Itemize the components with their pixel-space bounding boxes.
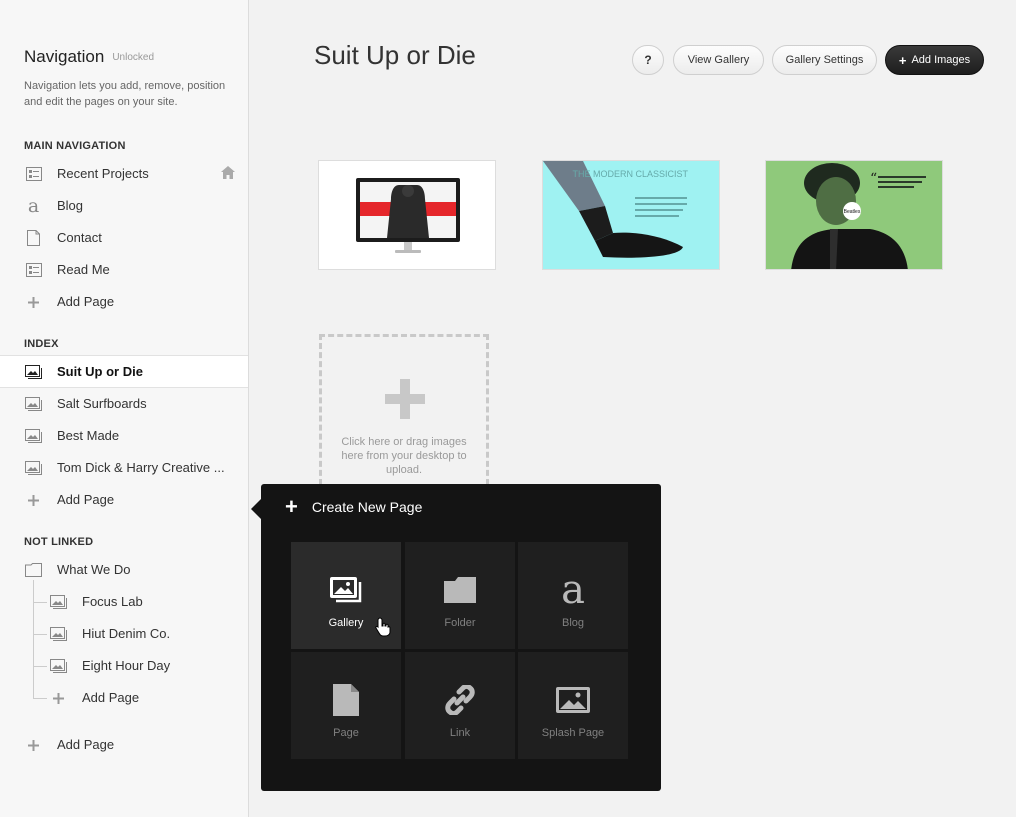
create-new-page-popover: + Create New Page Gallery Folder a Blog … [251,484,661,791]
lock-status-badge[interactable]: Unlocked [112,52,154,63]
nav-item-read-me[interactable]: Read Me [0,254,248,286]
plus-icon [25,294,42,310]
nav-item-label: Hiut Denim Co. [82,626,171,641]
link-icon [405,682,515,718]
nav-item-label: Suit Up or Die [57,364,143,379]
tile-label: Link [449,727,471,739]
gallery-page-icon [25,428,42,444]
folder-icon [405,572,515,608]
nav-item-recent-projects[interactable]: Recent Projects [0,158,248,190]
index-page-icon [25,166,42,182]
add-page-folder[interactable]: Add Page [0,682,248,714]
plus-icon: + [285,494,298,519]
gallery-page-icon [25,396,42,412]
tile-label: Folder [444,617,476,629]
nav-item-label: Read Me [57,262,110,277]
gallery-settings-button[interactable]: Gallery Settings [772,45,877,75]
gallery-icon [291,572,401,608]
add-images-button[interactable]: + Add Images [885,45,984,75]
plus-icon [25,737,42,753]
nav-item-label: Add Page [82,690,140,705]
thumbnail-image-monitor [319,161,495,269]
add-page-not-linked[interactable]: Add Page [0,729,248,761]
popover-header: + Create New Page [285,494,423,519]
index-page-icon [25,262,42,278]
page-icon [291,682,401,718]
nav-item-contact[interactable]: Contact [0,222,248,254]
sidebar-title-text: Navigation [24,47,105,66]
gallery-page-icon [50,658,67,674]
sidebar-title: Navigation Unlocked [24,47,154,67]
gallery-page-icon [25,460,42,476]
blog-icon: a [561,567,585,613]
view-gallery-button[interactable]: View Gallery [673,45,764,75]
add-images-label: Add Images [911,54,971,66]
gallery-page-icon [50,594,67,610]
nav-item-label: Focus Lab [82,594,143,609]
section-label-main-navigation: MAIN NAVIGATION [24,140,126,152]
tile-label: Blog [561,617,585,629]
nav-item-label: What We Do [57,562,131,577]
nav-item-label: Best Made [57,428,120,443]
home-icon [221,166,235,182]
nav-item-label: Add Page [57,737,115,752]
page-type-folder[interactable]: Folder [405,542,515,649]
nav-item-label: Eight Hour Day [82,658,171,673]
nav-item-label: Blog [57,198,84,213]
page-type-page[interactable]: Page [291,652,401,759]
page-title: Suit Up or Die [314,40,476,70]
nav-item-eight-hour-day[interactable]: Eight Hour Day [0,650,248,682]
gallery-page-icon [50,626,67,642]
page-type-link[interactable]: Link [405,652,515,759]
nav-item-label: Contact [57,230,102,245]
nav-item-salt-surfboards[interactable]: Salt Surfboards [0,388,248,420]
sidebar-description: Navigation lets you add, remove, positio… [24,80,226,108]
nav-item-label: Recent Projects [57,166,149,181]
splash-image-icon [518,682,628,718]
plus-icon [50,690,67,706]
plus-icon: + [898,52,907,68]
nav-item-label: Tom Dick & Harry Creative ... [57,460,225,475]
page-type-splash-page[interactable]: Splash Page [518,652,628,759]
nav-item-suit-up-or-die[interactable]: Suit Up or Die [0,355,248,388]
thumbnail-image-portrait: Beatles “ [766,161,942,269]
nav-item-label: Salt Surfboards [57,396,147,411]
section-label-not-linked: NOT LINKED [24,536,94,548]
add-page-index[interactable]: Add Page [0,484,248,516]
gallery-page-icon [25,364,42,380]
thumbnail-heading: THE MODERN CLASSICIST [572,169,688,179]
help-button[interactable]: ? [632,45,664,75]
tile-label: Splash Page [541,727,605,739]
add-page-main-navigation[interactable]: Add Page [0,286,248,318]
nav-item-focus-lab[interactable]: Focus Lab [0,586,248,618]
nav-item-tom-dick-harry[interactable]: Tom Dick & Harry Creative ... [0,452,248,484]
gallery-thumbnail-2[interactable]: THE MODERN CLASSICIST [542,160,720,270]
upload-instructions: Click here or drag images here from your… [341,436,467,476]
gallery-thumbnail-1[interactable] [318,160,496,270]
section-label-index: INDEX [24,338,59,350]
popover-title: Create New Page [311,499,423,515]
plus-icon [25,492,42,508]
navigation-sidebar: Navigation Unlocked Navigation lets you a… [0,0,249,817]
nav-item-blog[interactable]: a Blog [0,190,248,222]
blog-icon: a [27,195,40,217]
folder-icon [25,562,42,578]
nav-item-hiut-denim[interactable]: Hiut Denim Co. [0,618,248,650]
popover-arrow [251,499,261,519]
tile-label: Page [333,727,359,739]
svg-text:“: “ [870,171,877,187]
thumbnail-image-shoe: THE MODERN CLASSICIST [543,161,719,269]
nav-item-what-we-do[interactable]: What We Do [0,554,248,586]
hand-cursor-icon [375,617,391,642]
gallery-thumbnail-3[interactable]: Beatles “ [765,160,943,270]
thumbnail-badge-text: Beatles [844,209,861,215]
nav-item-label: Add Page [57,294,115,309]
nav-item-best-made[interactable]: Best Made [0,420,248,452]
nav-item-label: Add Page [57,492,115,507]
plus-icon [385,379,425,424]
upload-dropzone[interactable]: Click here or drag images here from your… [319,334,489,494]
page-type-blog[interactable]: a Blog [518,542,628,649]
page-icon [25,230,42,246]
